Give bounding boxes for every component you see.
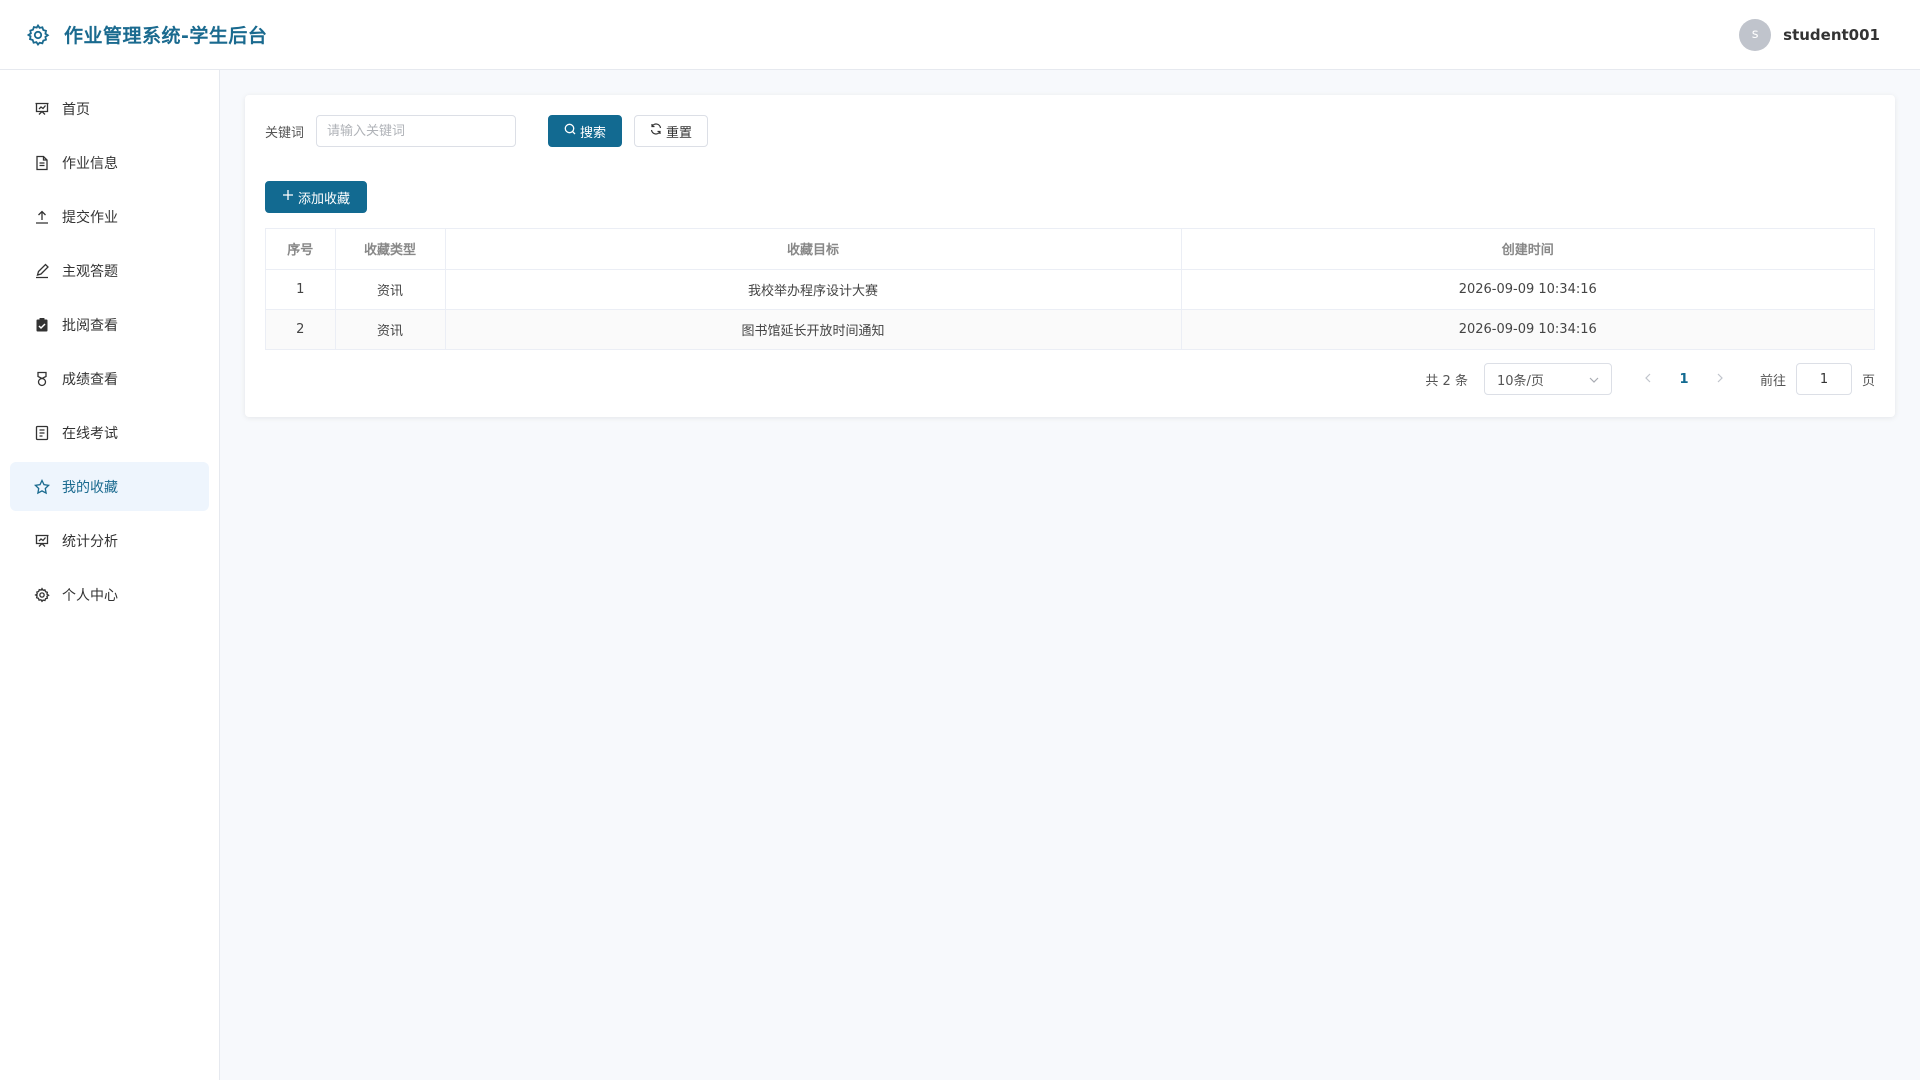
chevron-right-icon	[1717, 373, 1723, 382]
add-favorite-button[interactable]: 添加收藏	[265, 181, 367, 213]
goto-label: 前往	[1759, 373, 1786, 389]
app-title: 作业管理系统-学生后台	[64, 25, 268, 47]
cell-created-time: 2026-09-09 10:34:16	[1181, 309, 1874, 349]
sidebar-item-label: 统计分析	[62, 533, 118, 550]
brand: 作业管理系统-学生后台	[26, 21, 267, 48]
sidebar-item-label: 主观答题	[62, 263, 118, 280]
cell-created-time: 2026-09-09 10:34:16	[1181, 269, 1874, 310]
reset-button[interactable]: 重置	[634, 115, 709, 147]
sidebar-item-label: 批阅查看	[62, 317, 118, 334]
page-unit-label: 页	[1861, 373, 1875, 389]
tickets-icon	[34, 425, 50, 441]
sidebar-item-homework-info[interactable]: 作业信息	[10, 138, 209, 187]
chevron-left-icon	[1645, 373, 1651, 382]
gear-icon	[26, 23, 50, 47]
sidebar-item-label: 在线考试	[62, 425, 118, 442]
plus-icon	[282, 189, 294, 205]
sidebar-item-home[interactable]: 首页	[10, 84, 209, 133]
sidebar-item-personal-center[interactable]: 个人中心	[10, 570, 209, 619]
next-page-button[interactable]	[1708, 372, 1732, 387]
column-header-target: 收藏目标	[445, 229, 1182, 270]
cell-target: 图书馆延长开放时间通知	[445, 309, 1182, 349]
sidebar-item-online-exam[interactable]: 在线考试	[10, 408, 209, 457]
table-header-row: 序号 收藏类型 收藏目标 创建时间	[266, 229, 1874, 270]
pagination-total: 共 2 条	[1425, 373, 1468, 389]
sidebar-item-grades[interactable]: 成绩查看	[10, 354, 209, 403]
sidebar-item-label: 成绩查看	[62, 371, 118, 388]
medal-icon	[34, 371, 50, 387]
edit-pen-icon	[34, 263, 50, 279]
clipboard-check-icon	[34, 317, 50, 333]
top-header: 作业管理系统-学生后台 s student001	[0, 0, 1920, 70]
table-row[interactable]: 1 资讯 我校举办程序设计大赛 2026-09-09 10:34:16	[266, 269, 1874, 310]
search-button[interactable]: 搜索	[548, 115, 623, 147]
sidebar: 首页 作业信息 提交作业 主观答题 批阅查看 成绩查看 在线考试 我的收藏 统计…	[0, 70, 220, 1080]
cell-type: 资讯	[335, 269, 446, 310]
add-favorite-label: 添加收藏	[297, 191, 350, 207]
page-size-value: 10条/页	[1496, 373, 1544, 389]
prev-page-button[interactable]	[1636, 372, 1660, 387]
favorites-table: 序号 收藏类型 收藏目标 创建时间 1 资讯 我校举办程序设计大赛 2026-0…	[265, 228, 1875, 350]
upload-icon	[34, 209, 50, 225]
sidebar-item-review[interactable]: 批阅查看	[10, 300, 209, 349]
sidebar-item-label: 作业信息	[62, 155, 118, 172]
keyword-label: 关键词	[265, 125, 305, 141]
search-bar: 关键词 搜索 重置	[265, 115, 1875, 147]
sidebar-item-my-favorites[interactable]: 我的收藏	[10, 462, 209, 511]
reset-button-label: 重置	[666, 125, 693, 141]
page-size-select[interactable]: 10条/页	[1483, 363, 1612, 395]
pagination: 共 2 条 10条/页 1 前往 页	[265, 363, 1875, 395]
sidebar-item-subjective-answer[interactable]: 主观答题	[10, 246, 209, 295]
page-number-current[interactable]: 1	[1668, 372, 1700, 387]
cell-type: 资讯	[335, 309, 446, 349]
sidebar-item-label: 首页	[62, 101, 90, 118]
search-icon	[564, 123, 576, 139]
keyword-input[interactable]	[316, 115, 517, 147]
main-card: 关键词 搜索 重置 添加收藏 序号	[245, 95, 1895, 417]
username[interactable]: student001	[1783, 26, 1880, 44]
column-header-created-time: 创建时间	[1181, 229, 1874, 270]
gear-icon	[34, 586, 50, 603]
document-icon	[34, 155, 50, 171]
cell-target: 我校举办程序设计大赛	[445, 269, 1182, 310]
sidebar-item-label: 提交作业	[62, 209, 118, 226]
star-icon	[34, 478, 50, 495]
cell-index: 1	[266, 269, 336, 310]
presentation-icon	[34, 101, 50, 117]
avatar[interactable]: s	[1739, 18, 1772, 51]
presentation-icon	[34, 533, 50, 549]
search-button-label: 搜索	[580, 125, 607, 141]
sidebar-item-label: 我的收藏	[62, 479, 118, 496]
user-menu[interactable]: s student001	[1739, 18, 1880, 51]
cell-index: 2	[266, 309, 336, 349]
refresh-icon	[650, 123, 662, 139]
sidebar-item-submit-homework[interactable]: 提交作业	[10, 192, 209, 241]
chevron-down-icon	[1589, 372, 1599, 387]
table-row[interactable]: 2 资讯 图书馆延长开放时间通知 2026-09-09 10:34:16	[266, 309, 1874, 349]
column-header-index: 序号	[266, 229, 336, 270]
sidebar-item-statistics[interactable]: 统计分析	[10, 516, 209, 565]
sidebar-item-label: 个人中心	[62, 587, 118, 604]
column-header-type: 收藏类型	[335, 229, 446, 270]
goto-page-input[interactable]	[1795, 363, 1852, 395]
